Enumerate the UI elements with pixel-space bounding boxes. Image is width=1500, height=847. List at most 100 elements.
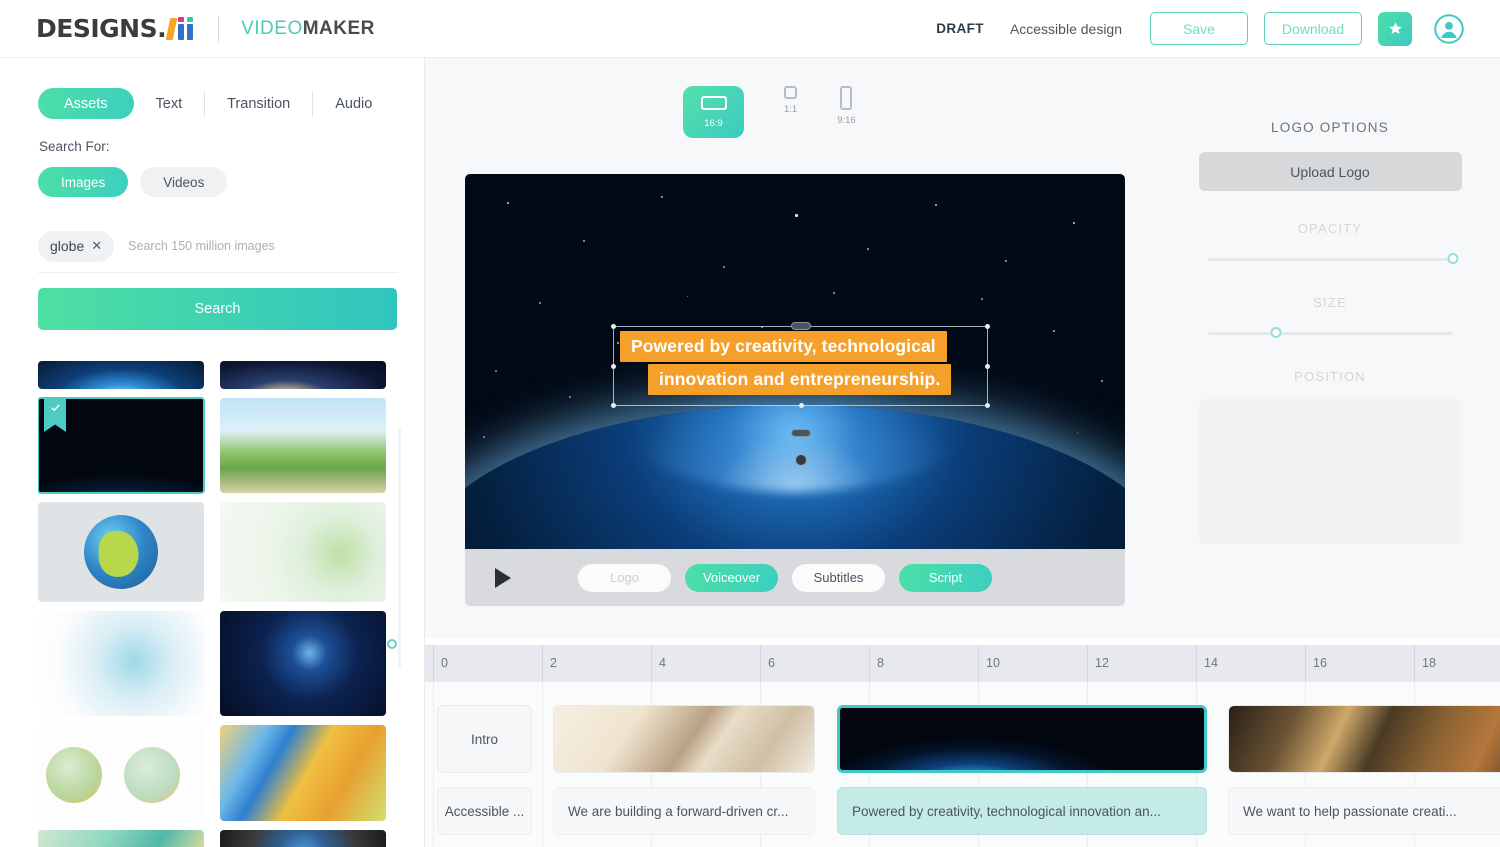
- resize-handle-se[interactable]: [985, 403, 990, 408]
- asset-thumb-5[interactable]: [220, 502, 386, 602]
- product-name: VIDEOMAKER: [241, 18, 375, 40]
- toggle-subtitles[interactable]: Subtitles: [792, 563, 885, 592]
- ruler-tick: 10: [978, 645, 1000, 682]
- play-icon[interactable]: [495, 567, 511, 588]
- ruler-tick: 16: [1305, 645, 1327, 682]
- logo-designs-text: DESIGNS.: [36, 14, 167, 43]
- position-cell-top-left[interactable]: [1198, 399, 1287, 448]
- asset-thumb-7[interactable]: [220, 611, 386, 716]
- draft-status-label: DRAFT: [936, 21, 984, 36]
- asset-thumb-6[interactable]: [38, 611, 204, 716]
- ruler-tick-label: 16: [1313, 656, 1327, 670]
- asset-thumb-9[interactable]: [220, 725, 386, 821]
- opacity-label: OPACITY: [1297, 221, 1363, 236]
- asset-scrollbar-handle[interactable]: [387, 639, 397, 649]
- rotate-handle[interactable]: [794, 454, 807, 466]
- position-cell-bottom-right[interactable]: [1373, 495, 1462, 544]
- star-button[interactable]: [1378, 11, 1412, 46]
- filter-videos[interactable]: Videos: [140, 167, 228, 197]
- asset-thumb-1[interactable]: [220, 361, 386, 389]
- search-input[interactable]: Search 150 million images: [128, 239, 275, 253]
- remove-tag-icon[interactable]: ✕: [91, 238, 102, 254]
- ruler-tick-label: 12: [1095, 656, 1109, 670]
- script-clip-2-selected[interactable]: Powered by creativity, technological inn…: [837, 787, 1207, 835]
- ruler-tick-label: 6: [768, 656, 775, 670]
- resize-handle-e[interactable]: [985, 364, 990, 369]
- search-for-label: Search For:: [39, 139, 110, 154]
- user-avatar-icon[interactable]: [1434, 13, 1464, 44]
- search-tag-chip[interactable]: globe ✕: [38, 230, 115, 262]
- size-slider[interactable]: [1207, 327, 1453, 339]
- size-slider-knob[interactable]: [1270, 327, 1282, 338]
- clip-thumbnail-space: [840, 708, 1204, 770]
- tab-text[interactable]: Text: [134, 89, 205, 119]
- text-selection-box[interactable]: [611, 322, 990, 466]
- timeline-clip-intro[interactable]: Intro: [437, 705, 532, 773]
- ruler-tick-label: 0: [441, 656, 448, 670]
- search-button[interactable]: Search: [38, 288, 397, 330]
- upload-logo-button[interactable]: Upload Logo: [1198, 152, 1462, 191]
- ratio-9-16[interactable]: 9:16: [837, 86, 856, 126]
- asset-scrollbar-track[interactable]: [398, 428, 401, 668]
- asset-thumb-3[interactable]: [220, 398, 386, 493]
- resize-handle-s[interactable]: [798, 403, 804, 408]
- ratio-1-1-label: 1:1: [784, 104, 798, 115]
- video-canvas[interactable]: Powered by creativity, technological inn…: [465, 174, 1125, 549]
- ratio-16-9[interactable]: 16:9: [683, 86, 744, 138]
- asset-thumb-10[interactable]: [38, 830, 204, 847]
- asset-thumb-2[interactable]: [38, 397, 205, 494]
- download-button[interactable]: Download: [1264, 12, 1362, 45]
- position-cell-middle-center[interactable]: [1286, 447, 1374, 496]
- toggle-logo[interactable]: Logo: [578, 563, 671, 592]
- toggle-voiceover[interactable]: Voiceover: [685, 563, 778, 592]
- drag-grip-bottom[interactable]: [790, 429, 811, 437]
- tab-transition[interactable]: Transition: [205, 89, 312, 119]
- panel-title: LOGO OPTIONS: [1271, 120, 1389, 135]
- tab-audio[interactable]: Audio: [313, 89, 394, 119]
- video-player: Powered by creativity, technological inn…: [465, 174, 1125, 606]
- position-cell-bottom-left[interactable]: [1198, 495, 1287, 544]
- opacity-slider-knob[interactable]: [1447, 253, 1458, 264]
- position-cell-bottom-center[interactable]: [1286, 495, 1374, 544]
- ratio-1-1[interactable]: 1:1: [784, 86, 797, 115]
- brand-logo[interactable]: DESIGNS. VIDEOMAKER: [36, 14, 375, 43]
- resize-handle-w[interactable]: [611, 364, 616, 369]
- ai-logo-icon: [165, 16, 196, 41]
- asset-thumb-8[interactable]: [38, 725, 204, 821]
- search-underline: [38, 272, 398, 273]
- header-actions: DRAFT Accessible design Save Download: [936, 11, 1500, 46]
- search-field-row: globe ✕ Search 150 million images: [38, 229, 398, 263]
- script-clip-1[interactable]: We are building a forward-driven cr...: [553, 787, 815, 835]
- product-name-maker: MAKER: [302, 17, 375, 39]
- script-clip-3[interactable]: We want to help passionate creati...: [1228, 787, 1500, 835]
- position-cell-top-center[interactable]: [1286, 399, 1374, 448]
- product-name-video: VIDEO: [241, 17, 303, 39]
- timeline-clip-3[interactable]: [1228, 705, 1500, 773]
- ruler-tick: 8: [869, 645, 884, 682]
- tab-assets[interactable]: Assets: [38, 88, 134, 119]
- ratio-16-9-label: 16:9: [704, 117, 723, 129]
- resize-handle-nw[interactable]: [611, 324, 616, 329]
- resize-handle-sw[interactable]: [611, 403, 616, 408]
- project-title[interactable]: Accessible design: [1010, 21, 1122, 37]
- asset-thumb-11[interactable]: [220, 830, 386, 847]
- timeline-clip-1[interactable]: [553, 705, 815, 773]
- drag-grip-top[interactable]: [790, 322, 811, 330]
- timeline-clip-2-selected[interactable]: [837, 705, 1207, 773]
- position-cell-top-right[interactable]: [1373, 399, 1462, 448]
- position-cell-middle-left[interactable]: [1198, 447, 1287, 496]
- asset-thumb-4[interactable]: [38, 502, 204, 602]
- save-button[interactable]: Save: [1150, 12, 1248, 45]
- asset-thumb-0[interactable]: [38, 361, 204, 389]
- script-clip-0[interactable]: Accessible ...: [437, 787, 532, 835]
- opacity-slider[interactable]: [1207, 253, 1458, 265]
- ruler-tick: 2: [542, 645, 557, 682]
- timeline-ruler[interactable]: 0 2 4 6 8 10 12 14 16 18: [425, 645, 1500, 682]
- filter-images[interactable]: Images: [38, 167, 129, 197]
- resize-handle-ne[interactable]: [985, 324, 990, 329]
- timeline: 0 2 4 6 8 10 12 14 16 18 Intro Accessible ... We …: [425, 645, 1500, 847]
- asset-results-grid: [38, 361, 386, 847]
- toggle-script[interactable]: Script: [899, 563, 992, 592]
- logo-options-panel: LOGO OPTIONS Upload Logo OPACITY SIZE PO…: [1160, 58, 1500, 638]
- position-cell-middle-right[interactable]: [1373, 447, 1462, 496]
